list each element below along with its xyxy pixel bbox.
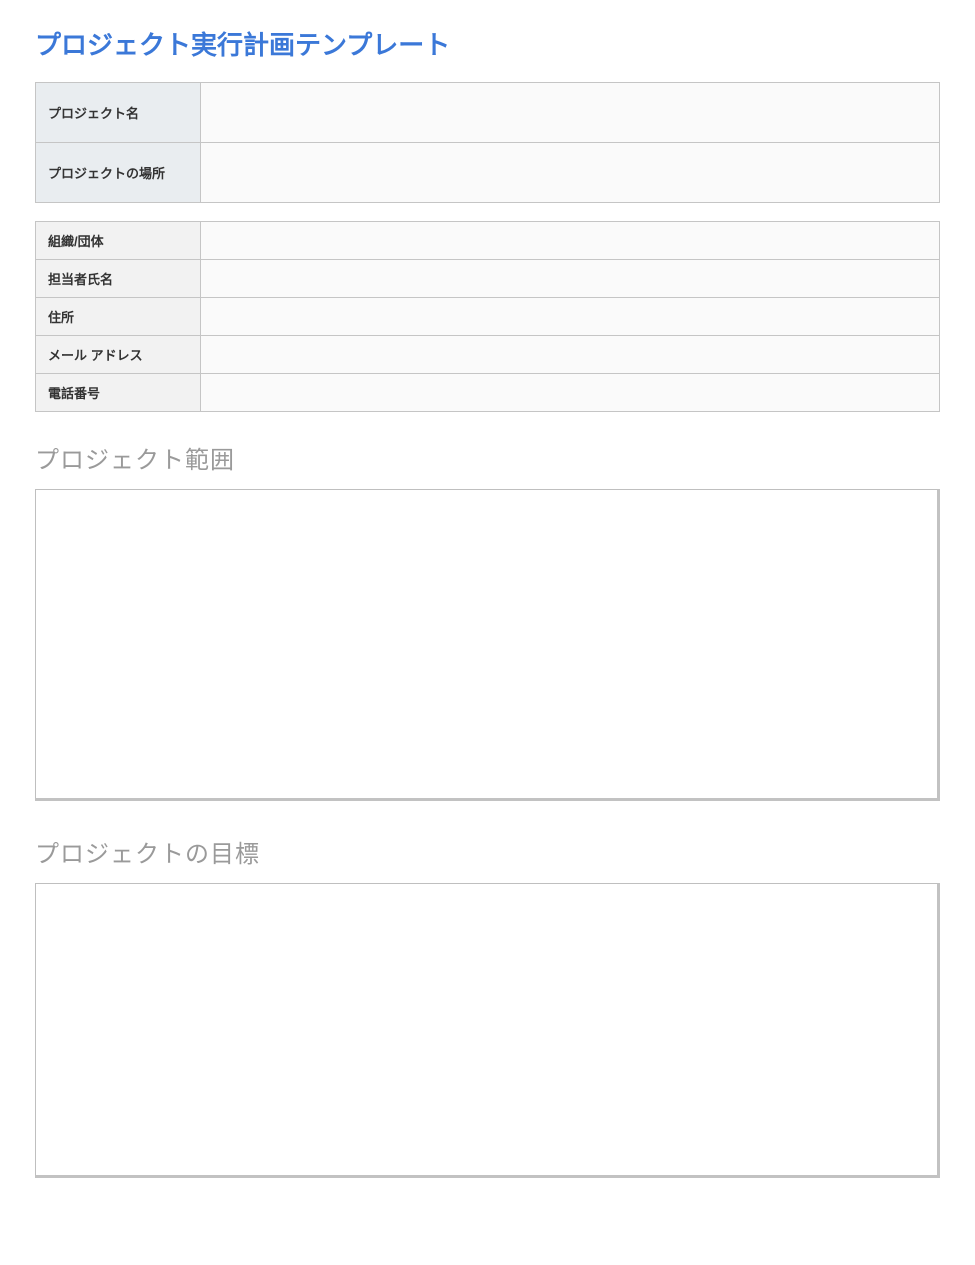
table-row: プロジェクトの場所 — [36, 143, 940, 203]
table-row: プロジェクト名 — [36, 83, 940, 143]
heading-goals: プロジェクトの目標 — [35, 834, 940, 869]
input-email[interactable] — [213, 347, 927, 362]
label-project-location: プロジェクトの場所 — [36, 143, 201, 203]
value-email[interactable] — [201, 336, 940, 374]
label-project-name: プロジェクト名 — [36, 83, 201, 143]
input-address[interactable] — [213, 309, 927, 324]
table-row: 担当者氏名 — [36, 260, 940, 298]
textarea-goals[interactable] — [35, 883, 940, 1178]
input-project-name[interactable] — [213, 105, 927, 120]
label-address: 住所 — [36, 298, 201, 336]
input-project-location[interactable] — [213, 165, 927, 180]
table-row: メール アドレス — [36, 336, 940, 374]
label-contact-name: 担当者氏名 — [36, 260, 201, 298]
value-address[interactable] — [201, 298, 940, 336]
page-title: プロジェクト実行計画テンプレート — [35, 25, 940, 62]
label-email: メール アドレス — [36, 336, 201, 374]
textarea-scope[interactable] — [35, 489, 940, 801]
input-organization[interactable] — [213, 233, 927, 248]
value-project-name[interactable] — [201, 83, 940, 143]
label-organization: 組織/団体 — [36, 222, 201, 260]
heading-scope: プロジェクト範囲 — [35, 440, 940, 475]
table-row: 組織/団体 — [36, 222, 940, 260]
contact-info-table: 組織/団体 担当者氏名 住所 メール アドレス 電話番号 — [35, 221, 940, 412]
value-organization[interactable] — [201, 222, 940, 260]
value-project-location[interactable] — [201, 143, 940, 203]
input-phone[interactable] — [213, 385, 927, 400]
project-info-table: プロジェクト名 プロジェクトの場所 — [35, 82, 940, 203]
input-contact-name[interactable] — [213, 271, 927, 286]
table-row: 住所 — [36, 298, 940, 336]
table-row: 電話番号 — [36, 374, 940, 412]
value-contact-name[interactable] — [201, 260, 940, 298]
value-phone[interactable] — [201, 374, 940, 412]
label-phone: 電話番号 — [36, 374, 201, 412]
